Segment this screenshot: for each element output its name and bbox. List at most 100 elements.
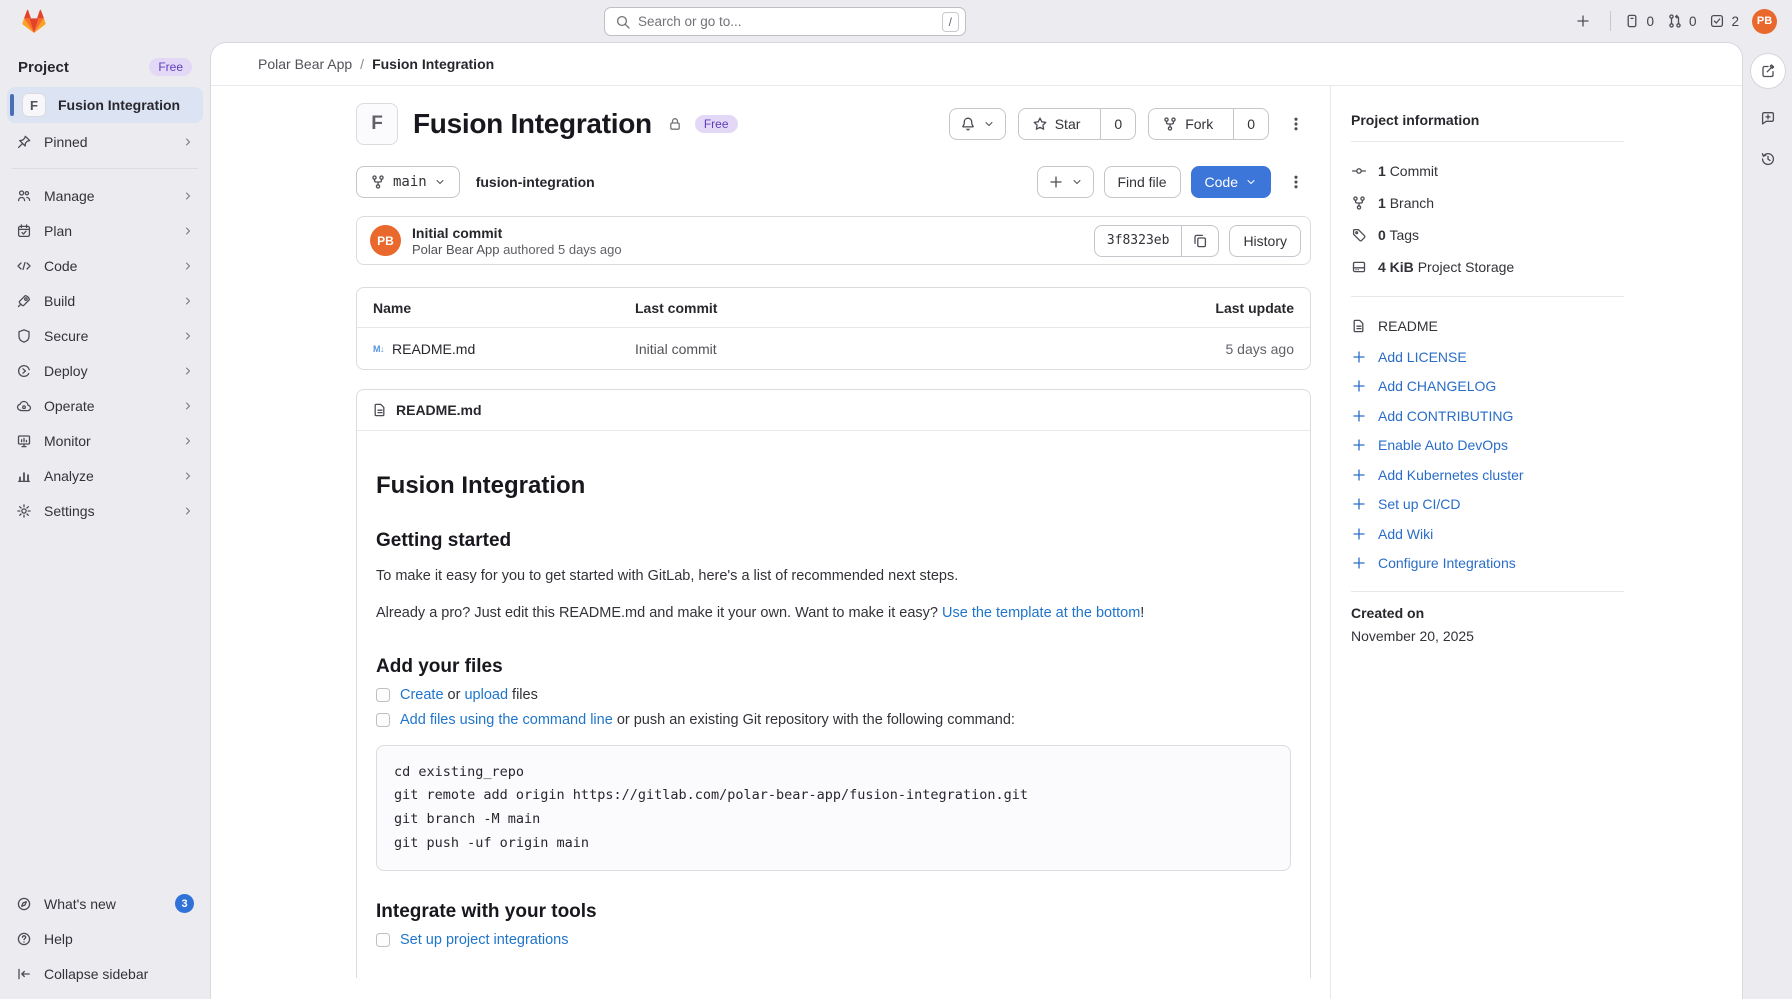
- history-button[interactable]: [1756, 147, 1780, 171]
- link-label: Set up CI/CD: [1378, 496, 1460, 512]
- edit-button[interactable]: [1750, 53, 1786, 89]
- integrate-heading: Integrate with your tools: [376, 901, 1291, 923]
- plus-icon: [1351, 408, 1367, 424]
- fork-icon: [1162, 116, 1178, 132]
- row-last-commit-link[interactable]: Initial commit: [635, 341, 1134, 357]
- sidebar-item-operate[interactable]: Operate: [7, 389, 203, 422]
- sidebar-item-monitor[interactable]: Monitor: [7, 424, 203, 457]
- gitlab-logo-icon[interactable]: [21, 9, 47, 34]
- sidebar-operate-label: Operate: [44, 398, 170, 414]
- history-button[interactable]: History: [1229, 225, 1301, 257]
- command-line-link[interactable]: Add files using the command line: [400, 712, 613, 728]
- code-dropdown-button[interactable]: Code: [1191, 166, 1271, 198]
- comment-plus-icon: [1760, 110, 1776, 126]
- task-text: files: [508, 687, 538, 703]
- commit-meta: Polar Bear App authored 5 days ago: [412, 242, 622, 257]
- add-contributing-link[interactable]: Add CONTRIBUTING: [1351, 401, 1624, 431]
- merge-requests-counter[interactable]: 0: [1667, 13, 1697, 29]
- project-avatar: F: [22, 93, 46, 117]
- readme-label: README: [1378, 318, 1438, 334]
- add-comment-button[interactable]: [1756, 106, 1780, 130]
- storage-stat[interactable]: 4 KiB Project Storage: [1351, 251, 1624, 283]
- chart-icon: [16, 468, 32, 484]
- pin-icon: [16, 134, 32, 150]
- star-button[interactable]: Star: [1019, 109, 1094, 139]
- sidebar-item-manage[interactable]: Manage: [7, 179, 203, 212]
- code-line: git branch -M main: [394, 808, 1273, 832]
- sidebar-item-code[interactable]: Code: [7, 249, 203, 282]
- link-label: Add CONTRIBUTING: [1378, 408, 1513, 424]
- add-license-link[interactable]: Add LICENSE: [1351, 342, 1624, 372]
- template-link[interactable]: Use the template at the bottom: [942, 605, 1140, 621]
- global-search[interactable]: /: [604, 7, 966, 36]
- sidebar-monitor-label: Monitor: [44, 433, 170, 449]
- sidebar-item-settings[interactable]: Settings: [7, 494, 203, 527]
- readme-link[interactable]: README: [1351, 310, 1624, 342]
- branches-stat[interactable]: 1 Branch: [1351, 187, 1624, 219]
- stat-value: 1: [1378, 195, 1386, 211]
- add-wiki-link[interactable]: Add Wiki: [1351, 519, 1624, 549]
- star-count[interactable]: 0: [1100, 109, 1135, 139]
- project-integrations-link[interactable]: Set up project integrations: [400, 932, 568, 948]
- project-more-actions-button[interactable]: [1281, 108, 1311, 140]
- commit-author[interactable]: Polar Bear App: [412, 242, 499, 257]
- divider: [1351, 141, 1624, 142]
- commits-stat[interactable]: 1 Commit: [1351, 155, 1624, 187]
- add-kubernetes-cluster-link[interactable]: Add Kubernetes cluster: [1351, 460, 1624, 490]
- add-to-tree-button[interactable]: [1037, 166, 1094, 198]
- created-on-value: November 20, 2025: [1351, 628, 1474, 644]
- sidebar-item-deploy[interactable]: Deploy: [7, 354, 203, 387]
- disk-icon: [1351, 259, 1367, 275]
- lock-icon: [667, 116, 683, 132]
- fork-count[interactable]: 0: [1233, 109, 1268, 139]
- copy-sha-button[interactable]: [1181, 226, 1218, 256]
- task-text: or: [444, 687, 465, 703]
- sidebar-item-analyze[interactable]: Analyze: [7, 459, 203, 492]
- tags-stat[interactable]: 0 Tags: [1351, 219, 1624, 251]
- col-name: Name: [373, 300, 635, 316]
- chevron-right-icon: [182, 470, 194, 482]
- code-icon: [16, 258, 32, 274]
- file-link[interactable]: README.md: [392, 341, 475, 357]
- issues-counter[interactable]: 0: [1624, 13, 1654, 29]
- top-bar: / 0 0 2 PB: [0, 0, 1792, 42]
- checkbox: [376, 713, 390, 727]
- user-avatar[interactable]: PB: [1752, 9, 1777, 34]
- tier-badge[interactable]: Free: [149, 58, 192, 76]
- breadcrumb-group-link[interactable]: Polar Bear App: [258, 56, 352, 72]
- create-new-button[interactable]: [1569, 7, 1597, 35]
- sidebar-item-project[interactable]: F Fusion Integration: [7, 87, 203, 123]
- add-changelog-link[interactable]: Add CHANGELOG: [1351, 372, 1624, 402]
- search-input[interactable]: [638, 14, 935, 29]
- commit-title-link[interactable]: Initial commit: [412, 225, 622, 241]
- create-file-link[interactable]: Create: [400, 687, 444, 703]
- readme-file-link[interactable]: README.md: [396, 402, 482, 418]
- upload-file-link[interactable]: upload: [464, 687, 508, 703]
- chevron-right-icon: [182, 190, 194, 202]
- todos-counter[interactable]: 2: [1709, 13, 1739, 29]
- notifications-dropdown-button[interactable]: [949, 108, 1006, 140]
- sidebar-item-help[interactable]: Help: [7, 922, 203, 955]
- configure-integrations-link[interactable]: Configure Integrations: [1351, 549, 1624, 579]
- project-tier-badge[interactable]: Free: [695, 115, 738, 133]
- sidebar-collapse-button[interactable]: Collapse sidebar: [7, 957, 203, 990]
- enable-auto-devops-link[interactable]: Enable Auto DevOps: [1351, 431, 1624, 461]
- calendar-icon: [16, 223, 32, 239]
- code-button-label: Code: [1205, 174, 1238, 190]
- sidebar-item-secure[interactable]: Secure: [7, 319, 203, 352]
- table-row: M↓ README.md Initial commit 5 days ago: [357, 328, 1310, 369]
- commit-author-avatar[interactable]: PB: [370, 225, 401, 256]
- branch-selector[interactable]: main: [356, 166, 460, 198]
- find-file-button[interactable]: Find file: [1104, 166, 1181, 198]
- sidebar-item-plan[interactable]: Plan: [7, 214, 203, 247]
- fork-button[interactable]: Fork: [1149, 109, 1226, 139]
- sidebar-item-pinned[interactable]: Pinned: [7, 125, 203, 158]
- chevron-right-icon: [182, 435, 194, 447]
- set-up-cicd-link[interactable]: Set up CI/CD: [1351, 490, 1624, 520]
- plus-icon: [1351, 378, 1367, 394]
- sidebar-item-build[interactable]: Build: [7, 284, 203, 317]
- branch-icon: [370, 174, 386, 190]
- repo-more-actions-button[interactable]: [1281, 166, 1311, 198]
- sidebar-item-whats-new[interactable]: What's new 3: [7, 887, 203, 920]
- ellipsis-vertical-icon: [1288, 116, 1304, 132]
